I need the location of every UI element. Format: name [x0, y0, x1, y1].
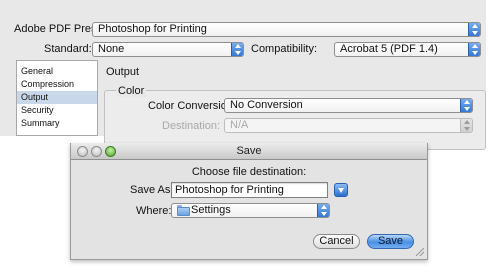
instruction-text: Choose file destination:	[191, 166, 307, 178]
chevron-up-down-icon	[468, 23, 480, 36]
cancel-button[interactable]: Cancel	[313, 234, 360, 249]
destination-value: N/A	[230, 119, 249, 131]
category-item-output[interactable]: Output	[17, 91, 97, 104]
save-as-label: Save As:	[130, 184, 174, 196]
category-item-compression[interactable]: Compression	[17, 78, 97, 91]
category-item-summary[interactable]: Summary	[17, 117, 97, 130]
folder-icon	[177, 205, 190, 216]
where-label: Where:	[136, 205, 172, 217]
expand-browser-icon[interactable]	[334, 183, 348, 197]
chevron-up-down-icon	[468, 43, 480, 56]
settings-category-list: General Compression Output Security Summ…	[16, 60, 98, 136]
category-item-security[interactable]: Security	[17, 104, 97, 117]
chevron-up-down-icon	[460, 119, 472, 132]
save-as-field[interactable]: Photoshop for Printing	[171, 182, 328, 198]
destination-popup[interactable]: N/A	[224, 118, 473, 133]
color-conversion-value: No Conversion	[230, 99, 303, 111]
save-button[interactable]: Save	[367, 234, 414, 249]
preset-popup[interactable]: Photoshop for Printing	[92, 22, 481, 37]
title-bar[interactable]: Save	[71, 143, 427, 160]
destination-label: Destination:	[162, 120, 221, 132]
compatibility-label: Compatibility:	[251, 43, 318, 55]
resize-grip-icon[interactable]	[416, 248, 424, 256]
output-panel: Output Color Color Conversion: No Conver…	[104, 60, 486, 150]
panel-title: Output	[106, 66, 140, 78]
color-conversion-label: Color Conversion:	[148, 100, 237, 112]
standard-popup[interactable]: None	[92, 42, 244, 57]
chevron-up-down-icon	[231, 43, 243, 56]
compatibility-popup[interactable]: Acrobat 5 (PDF 1.4)	[334, 42, 481, 57]
category-item-general[interactable]: General	[17, 65, 97, 78]
pdf-preset-dialog: Adobe PDF Preset: Photoshop for Printing…	[0, 0, 486, 150]
compatibility-value: Acrobat 5 (PDF 1.4)	[340, 43, 438, 55]
preset-value: Photoshop for Printing	[98, 23, 207, 35]
color-conversion-popup[interactable]: No Conversion	[224, 98, 473, 113]
chevron-up-down-icon	[317, 204, 329, 217]
chevron-up-down-icon	[460, 99, 472, 112]
where-popup[interactable]: Settings	[171, 203, 330, 218]
window-title: Save	[236, 145, 262, 157]
save-dialog: Save Choose file destination: Save As: P…	[70, 143, 428, 260]
color-group-label: Color	[116, 85, 147, 97]
standard-value: None	[98, 43, 125, 55]
where-value: Settings	[191, 204, 231, 216]
standard-label: Standard:	[44, 43, 92, 55]
